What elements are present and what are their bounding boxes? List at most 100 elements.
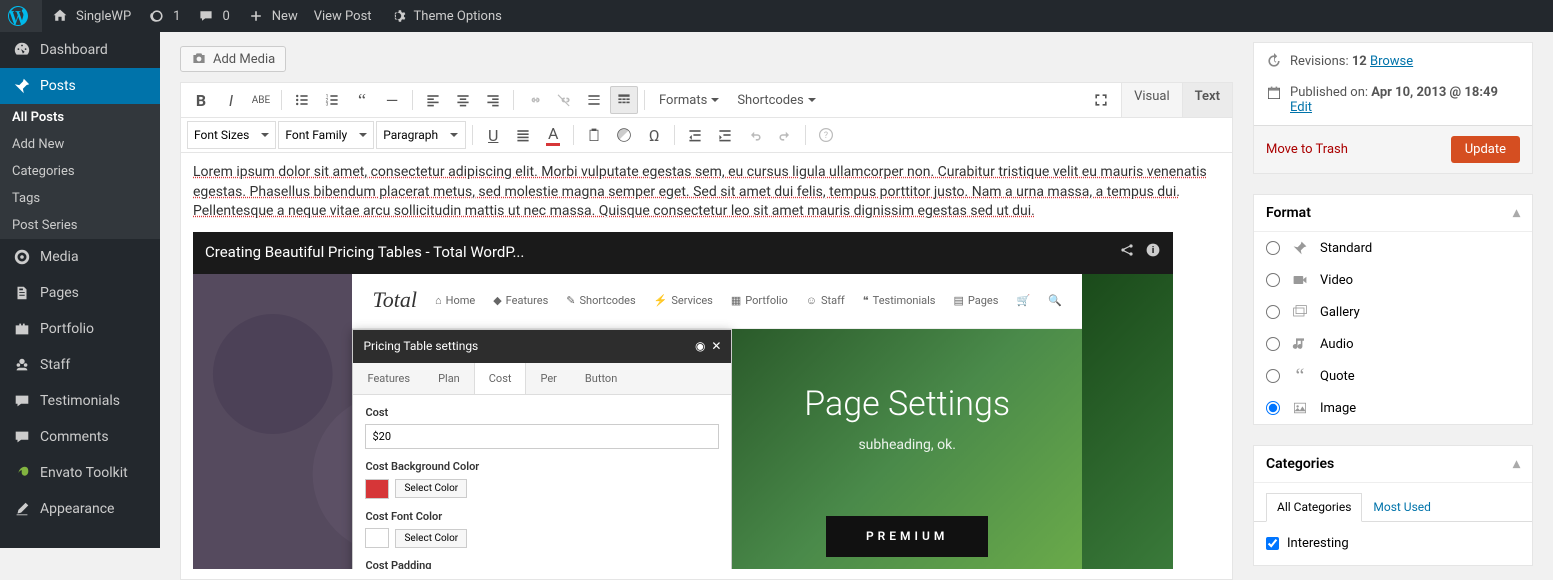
paste-text-button[interactable] [580, 121, 608, 149]
view-post[interactable]: View Post [306, 0, 380, 32]
bullet-list-button[interactable] [288, 86, 316, 114]
theme-options[interactable]: Theme Options [380, 0, 510, 32]
chevron-down-icon [261, 131, 269, 139]
update-button[interactable]: Update [1451, 136, 1520, 163]
hr-button[interactable]: ― [378, 86, 406, 114]
tab-text[interactable]: Text [1182, 83, 1232, 117]
video-texture-right [1082, 274, 1173, 569]
format-radio-image[interactable] [1266, 401, 1280, 415]
italic-button[interactable]: I [217, 86, 245, 114]
font-sizes-select[interactable]: Font Sizes [187, 121, 276, 149]
sidebar-item-media[interactable]: Media [0, 239, 160, 275]
help-button[interactable]: ? [812, 121, 840, 149]
link-button[interactable] [520, 86, 548, 114]
sidebar-item-posts[interactable]: Posts [0, 68, 160, 104]
image-icon [1290, 398, 1310, 418]
comments[interactable]: 0 [188, 0, 237, 32]
format-radio-quote[interactable] [1266, 369, 1280, 383]
collapse-icon[interactable]: ▴ [1513, 456, 1520, 472]
video-embed[interactable]: Creating Beautiful Pricing Tables - Tota… [193, 232, 1173, 569]
align-center-button[interactable] [449, 86, 477, 114]
hero-title: Page Settings [804, 381, 1010, 429]
submenu-post-series[interactable]: Post Series [0, 212, 160, 239]
redo-button[interactable] [771, 121, 799, 149]
toolbar-toggle-button[interactable] [610, 86, 638, 114]
category-checkbox-interesting[interactable] [1266, 537, 1279, 550]
pricing-table-modal: Pricing Table settings ◉ ✕ Features Plan… [352, 329, 732, 569]
new-content[interactable]: New [238, 0, 306, 32]
clear-formatting-button[interactable] [610, 121, 638, 149]
justify-button[interactable] [509, 121, 537, 149]
format-radio-video[interactable] [1266, 273, 1280, 287]
demo-nav-staff: ☺ Staff [806, 293, 845, 308]
format-radio-audio[interactable] [1266, 337, 1280, 351]
submenu-add-new[interactable]: Add New [0, 131, 160, 158]
browse-link[interactable]: Browse [1370, 54, 1413, 69]
numbered-list-button[interactable]: 123 [318, 86, 346, 114]
cat-tab-most-used[interactable]: Most Used [1362, 493, 1442, 521]
sidebar-item-pages[interactable]: Pages [0, 275, 160, 311]
cat-tab-all[interactable]: All Categories [1266, 493, 1362, 522]
font-family-select[interactable]: Font Family [278, 121, 374, 149]
modal-tab-plan: Plan [424, 363, 474, 394]
sidebar-item-comments[interactable]: Comments [0, 419, 160, 455]
undo-button[interactable] [741, 121, 769, 149]
format-radio-gallery[interactable] [1266, 305, 1280, 319]
sidebar-item-envato[interactable]: Envato Toolkit [0, 455, 160, 491]
history-icon [1266, 53, 1282, 69]
collapse-icon[interactable]: ▴ [1513, 205, 1520, 221]
share-icon[interactable] [1119, 242, 1135, 264]
editor-body[interactable]: Lorem ipsum dolor sit amet, consectetur … [181, 153, 1232, 579]
blockquote-button[interactable]: “ [348, 86, 376, 114]
align-left-button[interactable] [419, 86, 447, 114]
text-color-button[interactable]: A [539, 121, 567, 149]
insert-more-button[interactable] [580, 86, 608, 114]
info-icon[interactable]: i [1145, 242, 1161, 264]
sidebar-item-testimonials[interactable]: Testimonials [0, 383, 160, 419]
published-label: Published on: [1290, 85, 1368, 100]
paragraph-select[interactable]: Paragraph [376, 121, 466, 149]
category-interesting[interactable]: Interesting [1266, 532, 1520, 555]
submenu-categories[interactable]: Categories [0, 158, 160, 185]
portfolio-label: Portfolio [40, 321, 94, 337]
format-standard[interactable]: Standard [1254, 232, 1532, 264]
indent-button[interactable] [711, 121, 739, 149]
shortcodes-dropdown[interactable]: Shortcodes [729, 89, 823, 112]
edit-date-link[interactable]: Edit [1290, 100, 1312, 115]
bold-button[interactable]: B [187, 86, 215, 114]
format-gallery[interactable]: Gallery [1254, 296, 1532, 328]
format-radio-standard[interactable] [1266, 241, 1280, 255]
demo-nav-shortcodes: ✎ Shortcodes [566, 293, 635, 308]
strikethrough-button[interactable]: ABE [247, 86, 275, 114]
submenu-tags[interactable]: Tags [0, 185, 160, 212]
format-image[interactable]: Image [1254, 392, 1532, 424]
add-media-button[interactable]: Add Media [180, 46, 286, 72]
main-layout: Dashboard Posts All Posts Add New Catego… [0, 32, 1553, 548]
sidebar-item-portfolio[interactable]: Portfolio [0, 311, 160, 347]
unlink-button[interactable] [550, 86, 578, 114]
move-to-trash[interactable]: Move to Trash [1266, 142, 1348, 157]
sidebar-item-dashboard[interactable]: Dashboard [0, 32, 160, 68]
svg-text:?: ? [824, 131, 828, 141]
submenu-all-posts[interactable]: All Posts [0, 104, 160, 131]
new-label: New [272, 9, 298, 24]
special-char-button[interactable]: Ω [640, 121, 668, 149]
tab-visual[interactable]: Visual [1121, 83, 1182, 117]
format-header: Format [1266, 205, 1311, 221]
format-quote[interactable]: “ Quote [1254, 360, 1532, 392]
format-video[interactable]: Video [1254, 264, 1532, 296]
underline-button[interactable]: U [479, 121, 507, 149]
outdent-button[interactable] [681, 121, 709, 149]
wp-logo[interactable] [0, 0, 42, 32]
testimonials-label: Testimonials [40, 393, 120, 409]
align-right-button[interactable] [479, 86, 507, 114]
sidebar-item-staff[interactable]: Staff [0, 347, 160, 383]
formats-dropdown[interactable]: Formats [651, 89, 727, 112]
updates[interactable]: 1 [139, 0, 188, 32]
site-name[interactable]: SingleWP [42, 0, 139, 32]
sidebar-item-appearance[interactable]: Appearance [0, 491, 160, 527]
format-audio[interactable]: Audio [1254, 328, 1532, 360]
video-demo-site: Total ⌂ Home ◆ Features ✎ Shortcodes ⚡ S… [352, 274, 1081, 569]
chevron-down-icon [450, 131, 458, 139]
fullscreen-button[interactable] [1087, 86, 1115, 114]
